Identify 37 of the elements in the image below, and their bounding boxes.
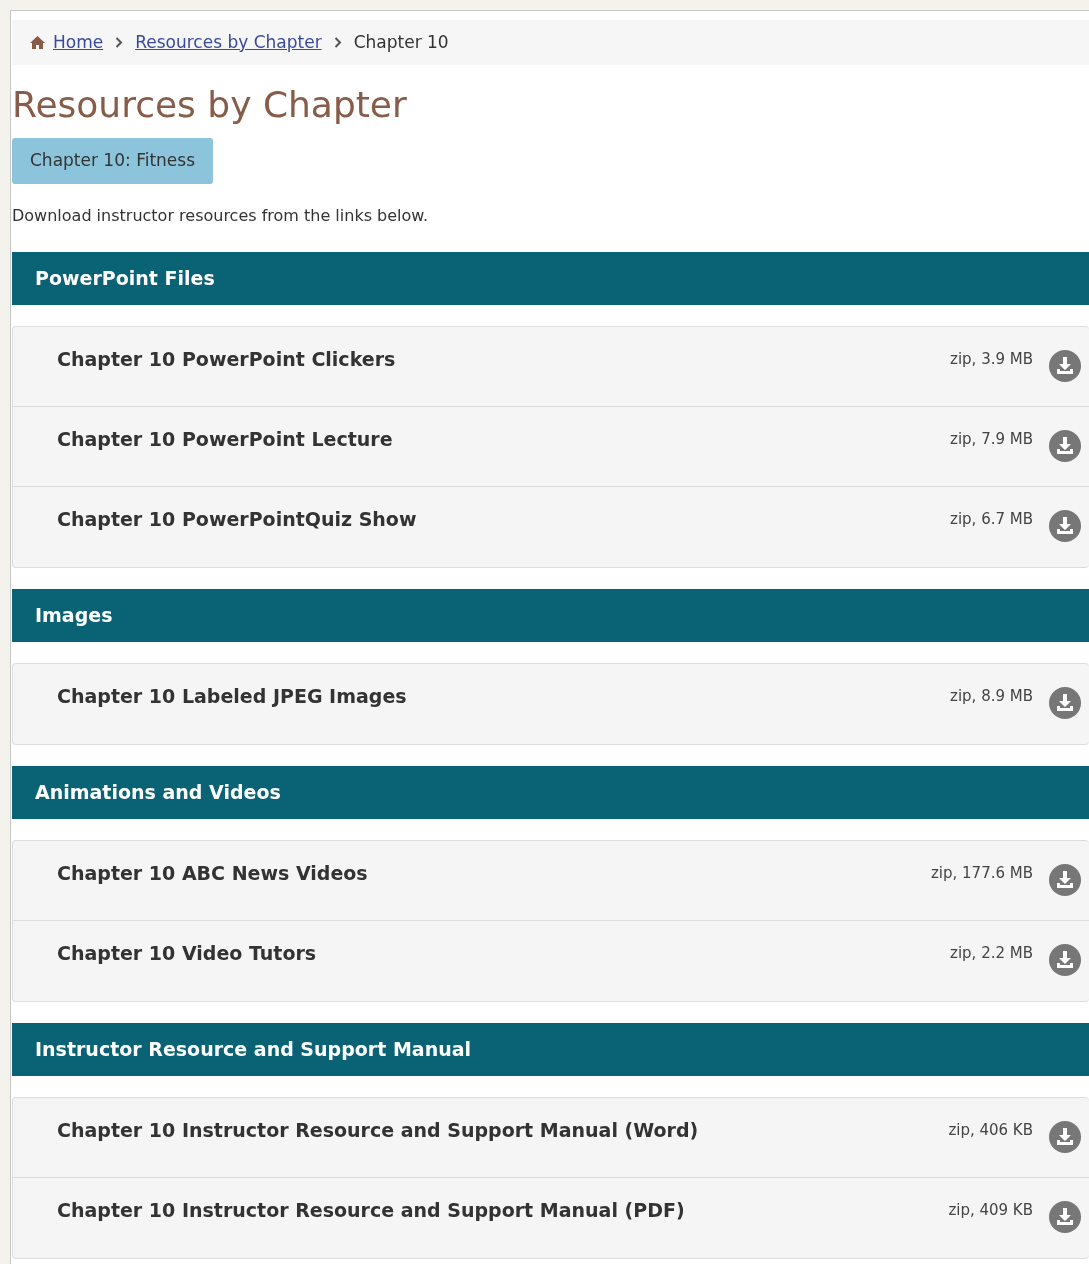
download-icon[interactable] bbox=[1049, 1120, 1081, 1153]
breadcrumb-link[interactable]: Resources by Chapter bbox=[135, 29, 322, 56]
resource-link[interactable]: Chapter 10 Labeled JPEG Images bbox=[57, 681, 951, 711]
resource-link[interactable]: Chapter 10 PowerPoint Clickers bbox=[57, 344, 951, 374]
file-size: zip, 7.9 MB bbox=[950, 428, 1033, 450]
chevron-icon bbox=[115, 37, 124, 48]
resource-link[interactable]: Chapter 10 ABC News Videos bbox=[57, 858, 931, 888]
download-icon[interactable] bbox=[1049, 863, 1081, 896]
file-size: zip, 406 KB bbox=[948, 1119, 1033, 1141]
home-icon[interactable] bbox=[30, 36, 45, 49]
download-icon[interactable] bbox=[1049, 943, 1081, 976]
section-header: Animations and Videos bbox=[12, 765, 1089, 819]
download-icon[interactable] bbox=[1049, 686, 1081, 719]
intro-text: Download instructor resources from the links below. bbox=[12, 204, 429, 227]
download-icon[interactable] bbox=[1049, 349, 1081, 382]
resource-link[interactable]: Chapter 10 Video Tutors bbox=[57, 938, 951, 968]
page-title: Resources by Chapter bbox=[12, 83, 408, 127]
section-header: PowerPoint Files bbox=[12, 251, 1089, 305]
chevron-icon bbox=[333, 37, 342, 48]
resource-link[interactable]: Chapter 10 Instructor Resource and Support Manual (PDF) bbox=[57, 1195, 949, 1225]
breadcrumb-current: Chapter 10 bbox=[353, 30, 449, 54]
download-icon[interactable] bbox=[1049, 1200, 1081, 1233]
resource-link[interactable]: Chapter 10 PowerPointQuiz Show bbox=[57, 504, 951, 534]
file-size: zip, 6.7 MB bbox=[950, 508, 1033, 530]
file-size: zip, 8.9 MB bbox=[950, 685, 1033, 707]
section-header: Images bbox=[12, 588, 1089, 642]
file-size: zip, 2.2 MB bbox=[950, 942, 1033, 964]
resource-link[interactable]: Chapter 10 PowerPoint Lecture bbox=[57, 424, 951, 454]
file-size: zip, 409 KB bbox=[948, 1199, 1033, 1221]
section-header: Instructor Resource and Support Manual bbox=[12, 1022, 1089, 1076]
file-size: zip, 3.9 MB bbox=[950, 348, 1033, 370]
file-size: zip, 177.6 MB bbox=[930, 862, 1033, 884]
download-icon[interactable] bbox=[1049, 429, 1081, 462]
breadcrumb-link[interactable]: Home bbox=[53, 29, 104, 56]
chapter-tab[interactable]: Chapter 10: Fitness bbox=[12, 138, 213, 184]
download-icon[interactable] bbox=[1049, 509, 1081, 542]
resource-link[interactable]: Chapter 10 Instructor Resource and Support Manual (Word) bbox=[57, 1115, 949, 1145]
